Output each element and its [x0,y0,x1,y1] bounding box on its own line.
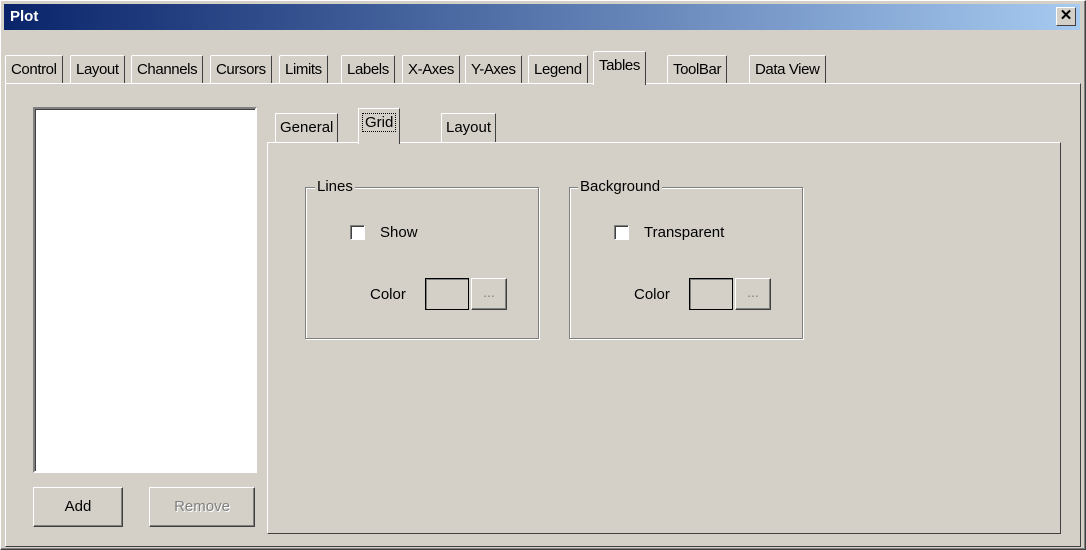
background-group [569,187,803,339]
tables-listbox[interactable] [33,107,257,473]
lines-group-legend: Lines [315,178,355,195]
tab-general[interactable]: General [275,113,339,142]
tab-cursors[interactable]: Cursors [210,55,272,84]
tab-labels[interactable]: Labels [341,55,395,84]
background-color-swatch[interactable] [689,278,733,310]
background-group-legend: Background [578,178,663,195]
lines-color-browse-button[interactable]: ... [471,278,507,310]
tab-x-axes[interactable]: X-Axes [402,55,460,84]
plot-dialog: Plot ✕ Control Layout Channels Cursors L… [0,0,1086,550]
remove-button[interactable]: Remove [149,487,255,527]
tab-limits[interactable]: Limits [279,55,328,84]
title-bar[interactable]: Plot ✕ [4,4,1080,30]
close-icon: ✕ [1059,7,1073,24]
background-color-label: Color [634,286,670,303]
tab-grid[interactable]: Grid [358,108,401,144]
window-title: Plot [10,8,39,25]
tab-channels[interactable]: Channels [131,55,204,84]
close-button[interactable]: ✕ [1056,7,1076,26]
background-color-browse-button[interactable]: ... [735,278,771,310]
show-checkbox[interactable] [350,225,365,240]
tab-tables[interactable]: Tables [593,51,646,85]
main-tabstrip: Control Layout Channels Cursors Limits L… [5,51,1083,85]
tab-control[interactable]: Control [5,55,63,84]
transparent-label: Transparent [644,224,725,241]
tab-layout-inner[interactable]: Layout [441,113,497,142]
tab-y-axes[interactable]: Y-Axes [465,55,522,84]
transparent-checkbox[interactable] [614,225,629,240]
tab-data-view[interactable]: Data View [749,55,826,84]
show-label: Show [380,224,418,241]
add-button[interactable]: Add [33,487,123,527]
lines-color-swatch[interactable] [425,278,469,310]
lines-group [305,187,539,339]
lines-color-label: Color [370,286,406,303]
tab-layout[interactable]: Layout [70,55,125,84]
tab-legend[interactable]: Legend [528,55,588,84]
tab-toolbar[interactable]: ToolBar [667,55,728,84]
tab-grid-label: Grid [361,113,397,132]
